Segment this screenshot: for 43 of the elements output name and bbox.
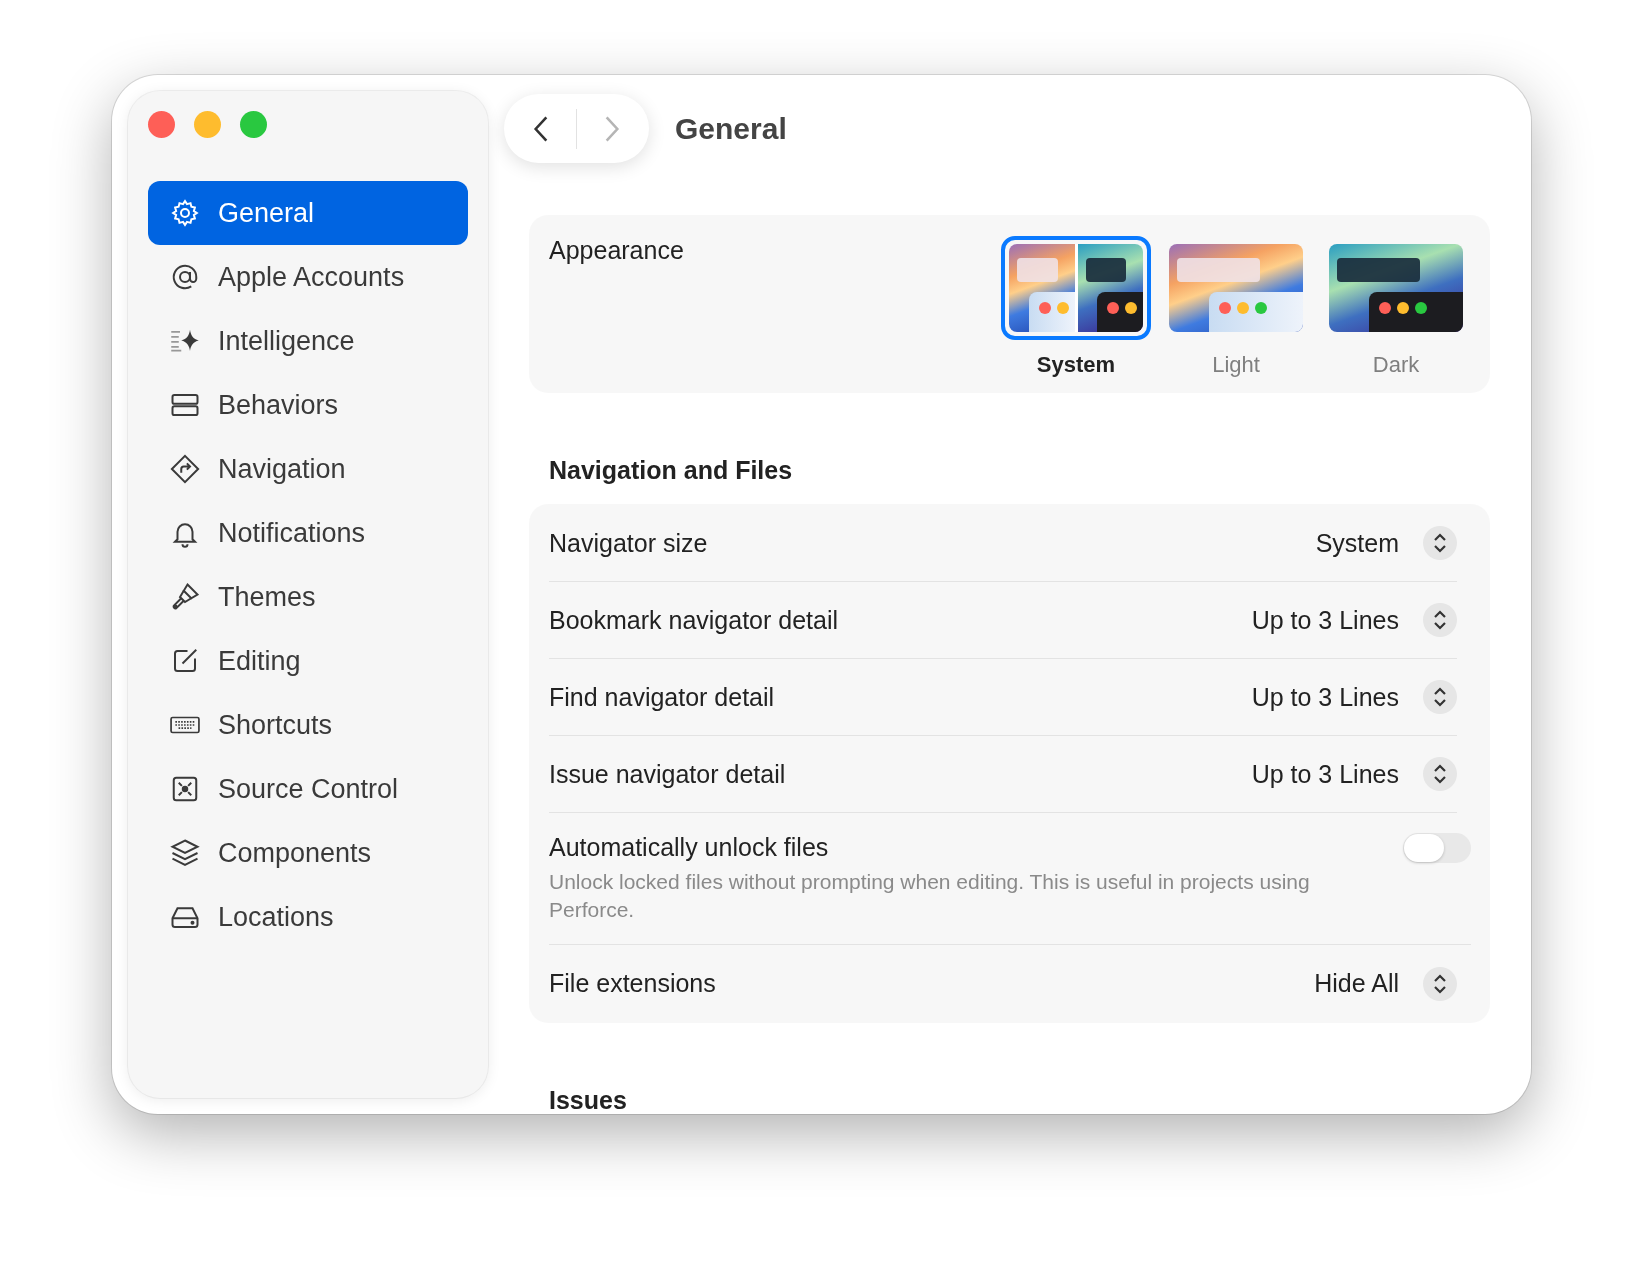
appearance-label: Appearance bbox=[549, 236, 684, 266]
popup-button[interactable]: Up to 3 Lines bbox=[1251, 603, 1457, 637]
sidebar-item[interactable]: Notifications bbox=[148, 501, 468, 565]
gear-icon bbox=[170, 198, 200, 228]
sidebar-item[interactable]: Apple Accounts bbox=[148, 245, 468, 309]
up-down-chevron-icon bbox=[1423, 966, 1457, 1001]
close-button[interactable] bbox=[148, 111, 175, 138]
zoom-button[interactable] bbox=[240, 111, 267, 138]
sidebar-item[interactable]: Editing bbox=[148, 629, 468, 693]
setting-label: Issue navigator detail bbox=[549, 759, 786, 789]
appearance-option[interactable]: Dark bbox=[1321, 236, 1471, 374]
window-title: General bbox=[675, 111, 787, 146]
minimize-button[interactable] bbox=[194, 111, 221, 138]
setting-label: Navigator size bbox=[549, 528, 708, 558]
paintbrush-icon bbox=[170, 582, 200, 612]
setting-label: Automatically unlock files bbox=[549, 833, 830, 862]
sidebar-item[interactable]: Navigation bbox=[148, 437, 468, 501]
popup-button[interactable]: System bbox=[1315, 526, 1457, 560]
popup-button[interactable]: Up to 3 Lines bbox=[1251, 680, 1457, 714]
sidebar-item[interactable]: Themes bbox=[148, 565, 468, 629]
sidebar-item[interactable]: Shortcuts bbox=[148, 693, 468, 757]
up-down-chevron-icon bbox=[1423, 680, 1457, 714]
sidebar-item[interactable]: Intelligence bbox=[148, 309, 468, 373]
up-down-chevron-icon bbox=[1423, 757, 1457, 791]
up-down-chevron-icon bbox=[1423, 603, 1457, 637]
section-heading: Navigation and Files bbox=[549, 456, 794, 485]
sidebar-item[interactable]: General bbox=[148, 181, 468, 245]
up-down-chevron-icon bbox=[1423, 526, 1457, 560]
setting-description: Unlock locked files without prompting when editing. This is useful in projects using Perforce. bbox=[549, 869, 1311, 923]
sidebar-item[interactable]: Behaviors bbox=[148, 373, 468, 437]
layers-icon bbox=[170, 838, 200, 868]
sidebar-item[interactable]: Components bbox=[148, 821, 468, 885]
setting-label: Find navigator detail bbox=[549, 682, 775, 712]
setting-label: File extensions bbox=[549, 969, 716, 998]
sidebar-item[interactable]: Source Control bbox=[148, 757, 468, 821]
popup-button[interactable]: Up to 3 Lines bbox=[1251, 757, 1457, 791]
toggle-switch[interactable] bbox=[1403, 833, 1471, 863]
popup-button[interactable]: Hide All bbox=[1314, 966, 1457, 1001]
turn-sign-icon bbox=[170, 454, 200, 484]
section-heading: Issues bbox=[549, 1086, 628, 1114]
setting-label: Bookmark navigator detail bbox=[549, 605, 839, 635]
sidebar-item[interactable]: Locations bbox=[148, 885, 468, 949]
at-sign-icon bbox=[170, 262, 200, 292]
